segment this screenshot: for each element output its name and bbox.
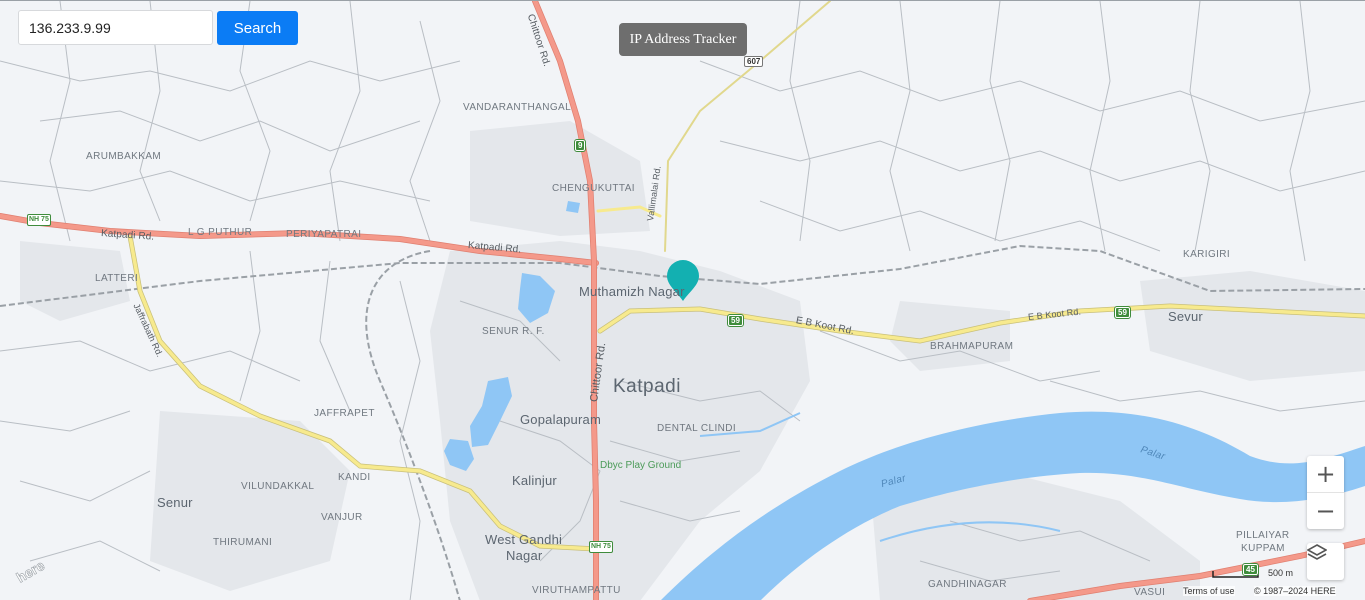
place-label: JAFFRAPET: [314, 408, 375, 419]
place-label: Gopalapuram: [520, 412, 601, 427]
place-label: VIRUTHAMPATTU: [532, 585, 621, 596]
copyright-text: © 1987–2024 HERE: [1254, 586, 1336, 596]
place-label: VANJUR: [321, 512, 363, 523]
place-label: Sevur: [1168, 309, 1203, 324]
route-shield: 9: [573, 139, 587, 152]
place-label: VASUI: [1134, 587, 1166, 598]
route-shield: 607: [744, 56, 764, 67]
here-logo: here: [13, 557, 48, 586]
place-label: LATTERI: [95, 273, 139, 284]
place-label: KANDI: [338, 472, 371, 483]
place-label: SENUR R. F.: [482, 326, 545, 337]
route-shield: 45: [1242, 563, 1259, 576]
place-label: KUPPAM: [1241, 543, 1285, 554]
place-label: THIRUMANI: [213, 537, 273, 548]
ip-address-input[interactable]: [18, 10, 213, 45]
place-label: PILLAIYAR: [1236, 530, 1290, 541]
app-title: IP Address Tracker: [619, 23, 747, 56]
route-shield: 59: [1114, 306, 1131, 319]
place-label: Kalinjur: [512, 473, 557, 488]
place-label: DENTAL CLINDI: [657, 423, 737, 434]
route-shield: 59: [727, 314, 744, 327]
terms-link[interactable]: Terms of use: [1183, 586, 1235, 596]
map[interactable]: here VANDARANTHANGAL ARUMBAKKAM CHENGUKU…: [0, 0, 1365, 600]
place-label: PERIYAPATRAI: [286, 229, 362, 240]
layers-button[interactable]: [1307, 543, 1344, 580]
place-label: BRAHMAPURAM: [930, 341, 1014, 352]
place-label: Muthamizh Nagar: [579, 284, 685, 299]
place-label: KARIGIRI: [1183, 249, 1231, 260]
map-canvas[interactable]: here: [0, 1, 1365, 600]
place-label: Nagar: [506, 548, 543, 563]
poi-label: Dbyc Play Ground: [600, 460, 682, 471]
place-label: ARUMBAKKAM: [86, 151, 162, 162]
place-label: GANDHINAGAR: [928, 579, 1007, 590]
here-logo-text: here: [14, 557, 48, 586]
place-label: L G PUTHUR: [188, 227, 253, 238]
zoom-out-button[interactable]: −: [1307, 493, 1344, 529]
place-label: West Gandhi: [485, 532, 563, 547]
place-label-city: Katpadi: [613, 376, 681, 397]
route-shield: NH 75: [27, 214, 51, 226]
layers-icon: [1307, 543, 1344, 579]
zoom-control: + −: [1307, 456, 1344, 529]
zoom-in-button[interactable]: +: [1307, 456, 1344, 493]
urban-areas: [20, 121, 1365, 600]
place-label: Senur: [157, 495, 193, 510]
place-label: VILUNDAKKAL: [241, 481, 315, 492]
scale-label: 500 m: [1268, 568, 1294, 578]
place-label: CHENGUKUTTAI: [552, 183, 635, 194]
search-button[interactable]: Search: [217, 11, 298, 45]
route-shield: NH 75: [589, 541, 613, 553]
place-label: VANDARANTHANGAL: [463, 102, 572, 113]
